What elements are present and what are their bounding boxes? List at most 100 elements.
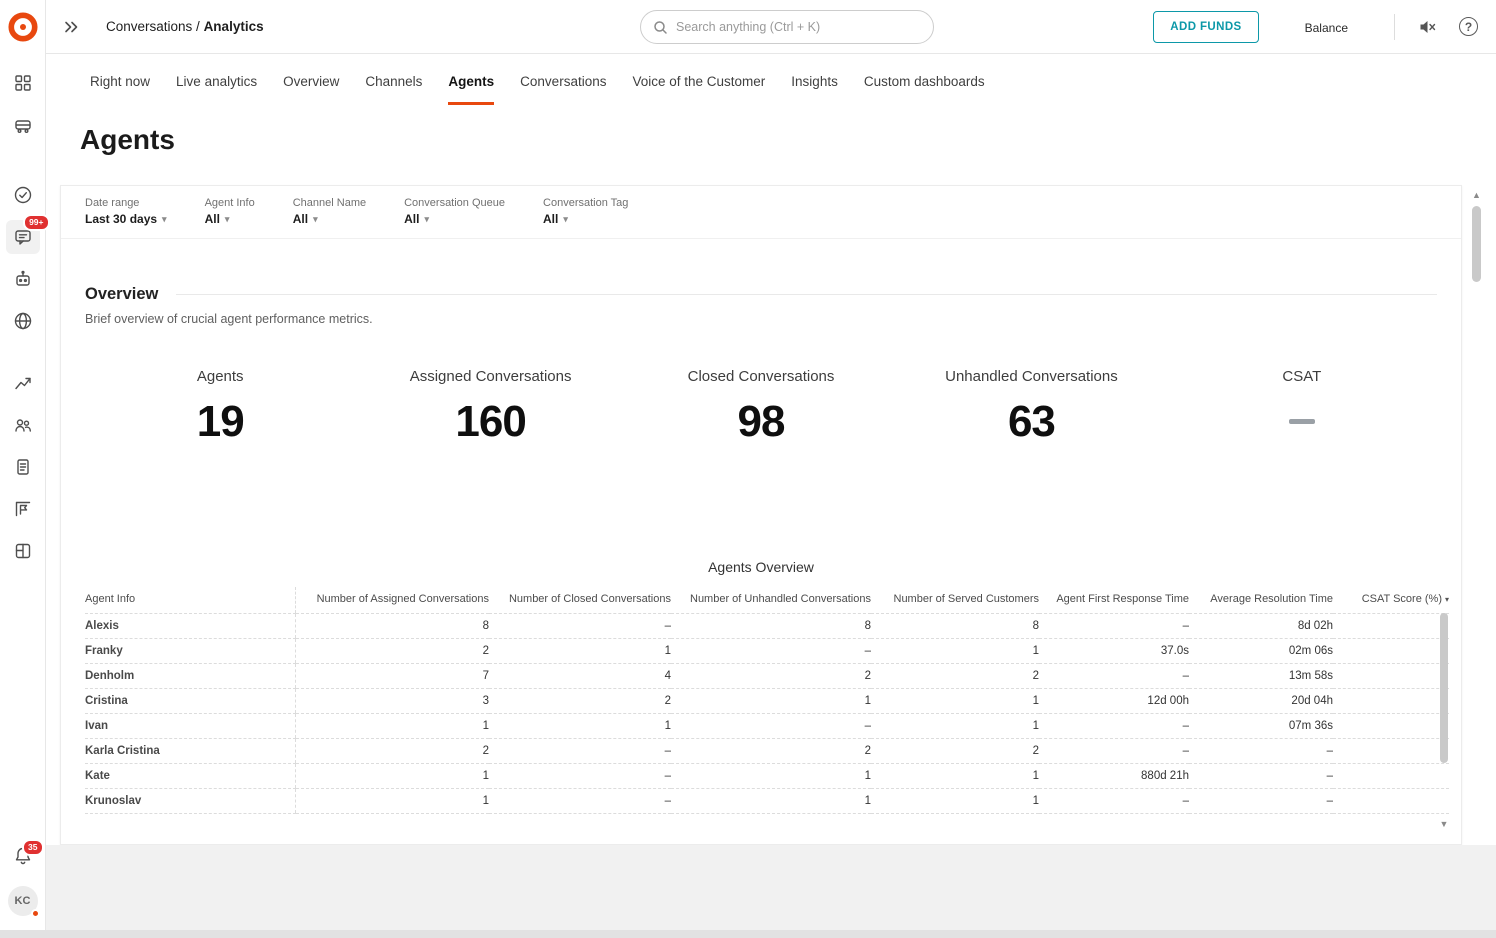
- double-chevron-right-icon: [62, 18, 80, 36]
- tab-custom-dashboards[interactable]: Custom dashboards: [864, 74, 985, 105]
- metric-cell: 1: [671, 764, 871, 789]
- metric-cell: 2: [489, 689, 671, 714]
- add-funds-button[interactable]: ADD FUNDS: [1153, 11, 1258, 43]
- filter-agent-info: Agent InfoAll▾: [205, 197, 255, 226]
- sidebar-item-people[interactable]: [6, 408, 40, 442]
- metric-cell: –: [489, 614, 671, 639]
- table-header-row: Agent InfoNumber of Assigned Conversatio…: [85, 587, 1449, 614]
- filter-label: Channel Name: [293, 197, 366, 209]
- column-header-agent-info[interactable]: Agent Info: [85, 587, 295, 614]
- sidebar-item-answers[interactable]: [6, 262, 40, 296]
- horizontal-scrollbar[interactable]: [0, 930, 1496, 938]
- filter-value-dropdown[interactable]: All▾: [205, 212, 255, 226]
- metric-cell: 1: [489, 714, 671, 739]
- vehicle-icon: [13, 115, 33, 135]
- people-icon: [13, 415, 33, 435]
- metric-value: 160: [355, 397, 625, 447]
- notifications-button[interactable]: 35: [12, 845, 34, 872]
- tab-insights[interactable]: Insights: [791, 74, 838, 105]
- filter-channel-name: Channel Name All▾: [293, 197, 366, 226]
- agent-name-cell: Denholm: [85, 664, 295, 689]
- question-mark-icon: ?: [1459, 17, 1478, 36]
- agents-table: Agent InfoNumber of Assigned Conversatio…: [85, 587, 1449, 814]
- metric-cell: 1: [295, 714, 489, 739]
- avatar[interactable]: KC: [8, 886, 38, 916]
- metric-cell: –: [1039, 789, 1189, 814]
- brand-logo-icon[interactable]: [8, 12, 38, 42]
- scroll-down-arrow-icon[interactable]: ▼: [1439, 819, 1449, 829]
- kanban-icon: [13, 541, 33, 561]
- help-button[interactable]: ?: [1459, 17, 1478, 36]
- search-icon: [653, 20, 668, 35]
- sidebar-item-forms[interactable]: [6, 450, 40, 484]
- avatar-status-dot: [31, 909, 40, 918]
- metric-agents: Agents19: [85, 368, 355, 447]
- agent-row-cristina: Cristina321112d 00h20d 04h: [85, 689, 1449, 714]
- metric-cell: –: [489, 789, 671, 814]
- metric-value: 63: [896, 397, 1166, 447]
- sidebar: 99+: [0, 0, 46, 938]
- sidebar-item-exchange[interactable]: [6, 304, 40, 338]
- filter-value-dropdown[interactable]: Last 30 days▾: [85, 212, 167, 226]
- agent-row-alexis: Alexis8–88–8d 02h: [85, 614, 1449, 639]
- sidebar-item-channels[interactable]: [6, 108, 40, 142]
- metric-cell: 2: [671, 739, 871, 764]
- metric-label: Unhandled Conversations: [896, 368, 1166, 385]
- tab-agents[interactable]: Agents: [448, 74, 494, 105]
- tab-live-analytics[interactable]: Live analytics: [176, 74, 257, 105]
- page-scrollbar-thumb[interactable]: [1472, 206, 1481, 282]
- metric-cell: –: [1189, 764, 1333, 789]
- column-header-number-of-assigned-conversations[interactable]: Number of Assigned Conversations: [295, 587, 489, 614]
- agent-name-cell: Karla Cristina: [85, 739, 295, 764]
- sidebar-item-moments[interactable]: [6, 178, 40, 212]
- sidebar-item-apps[interactable]: [6, 66, 40, 100]
- column-header-average-resolution-time[interactable]: Average Resolution Time: [1189, 587, 1333, 614]
- topbar-right: ADD FUNDS Balance ?: [1153, 11, 1496, 43]
- metric-cell: 1: [871, 689, 1039, 714]
- column-header-agent-first-response-time[interactable]: Agent First Response Time: [1039, 587, 1189, 614]
- filter-value-dropdown[interactable]: All▾: [404, 212, 505, 226]
- metric-cell: –: [489, 764, 671, 789]
- search-input[interactable]: [676, 20, 921, 34]
- metric-label: Assigned Conversations: [355, 368, 625, 385]
- content-background: [46, 845, 1496, 938]
- table-body: Alexis8–88–8d 02hFranky21–137.0s02m 06sD…: [85, 614, 1449, 814]
- metric-cell: 07m 36s: [1189, 714, 1333, 739]
- expand-sidebar-button[interactable]: [62, 18, 80, 36]
- page-title: Agents: [80, 124, 175, 156]
- agent-name-cell: Alexis: [85, 614, 295, 639]
- analytics-tabs: Right now Live analytics Overview Channels A…: [90, 74, 985, 105]
- mute-button[interactable]: [1417, 17, 1437, 37]
- filter-value-dropdown[interactable]: All▾: [543, 212, 628, 226]
- metric-cell: –: [1189, 739, 1333, 764]
- metric-cell: –: [1039, 664, 1189, 689]
- tab-voice-of-the-customer[interactable]: Voice of the Customer: [632, 74, 765, 105]
- sidebar-item-flows[interactable]: [6, 492, 40, 526]
- tab-conversations[interactable]: Conversations: [520, 74, 606, 105]
- metric-empty-indicator: [1289, 419, 1315, 424]
- column-header-number-of-unhandled-conversations[interactable]: Number of Unhandled Conversations: [671, 587, 871, 614]
- metric-cell: 13m 58s: [1189, 664, 1333, 689]
- agent-row-karla-cristina: Karla Cristina2–22––: [85, 739, 1449, 764]
- table-scrollbar-thumb[interactable]: [1440, 613, 1448, 763]
- filter-value-dropdown[interactable]: All▾: [293, 212, 366, 226]
- sidebar-item-conversations[interactable]: 99+: [6, 220, 40, 254]
- topbar: Conversations / Analytics ADD FUNDS Bala…: [46, 0, 1496, 54]
- sidebar-item-boards[interactable]: [6, 534, 40, 568]
- overview-subtitle: Brief overview of crucial agent performa…: [85, 312, 1437, 326]
- column-header-csat-score[interactable]: CSAT Score (%)▾: [1333, 587, 1449, 614]
- tab-channels[interactable]: Channels: [365, 74, 422, 105]
- section-rule: [176, 294, 1437, 295]
- column-header-number-of-served-customers[interactable]: Number of Served Customers: [871, 587, 1039, 614]
- tab-overview[interactable]: Overview: [283, 74, 339, 105]
- sidebar-item-analytics[interactable]: [6, 366, 40, 400]
- column-header-number-of-closed-conversations[interactable]: Number of Closed Conversations: [489, 587, 671, 614]
- metric-unhandled-conversations: Unhandled Conversations 63: [896, 368, 1166, 447]
- scroll-up-arrow-icon[interactable]: ▲: [1470, 190, 1483, 200]
- metric-cell: 1: [671, 789, 871, 814]
- breadcrumb[interactable]: Conversations / Analytics: [106, 19, 264, 34]
- tab-right-now[interactable]: Right now: [90, 74, 150, 105]
- agent-row-kate: Kate1–11880d 21h–: [85, 764, 1449, 789]
- chevron-down-icon: ▾: [225, 214, 230, 225]
- global-search[interactable]: [640, 10, 934, 44]
